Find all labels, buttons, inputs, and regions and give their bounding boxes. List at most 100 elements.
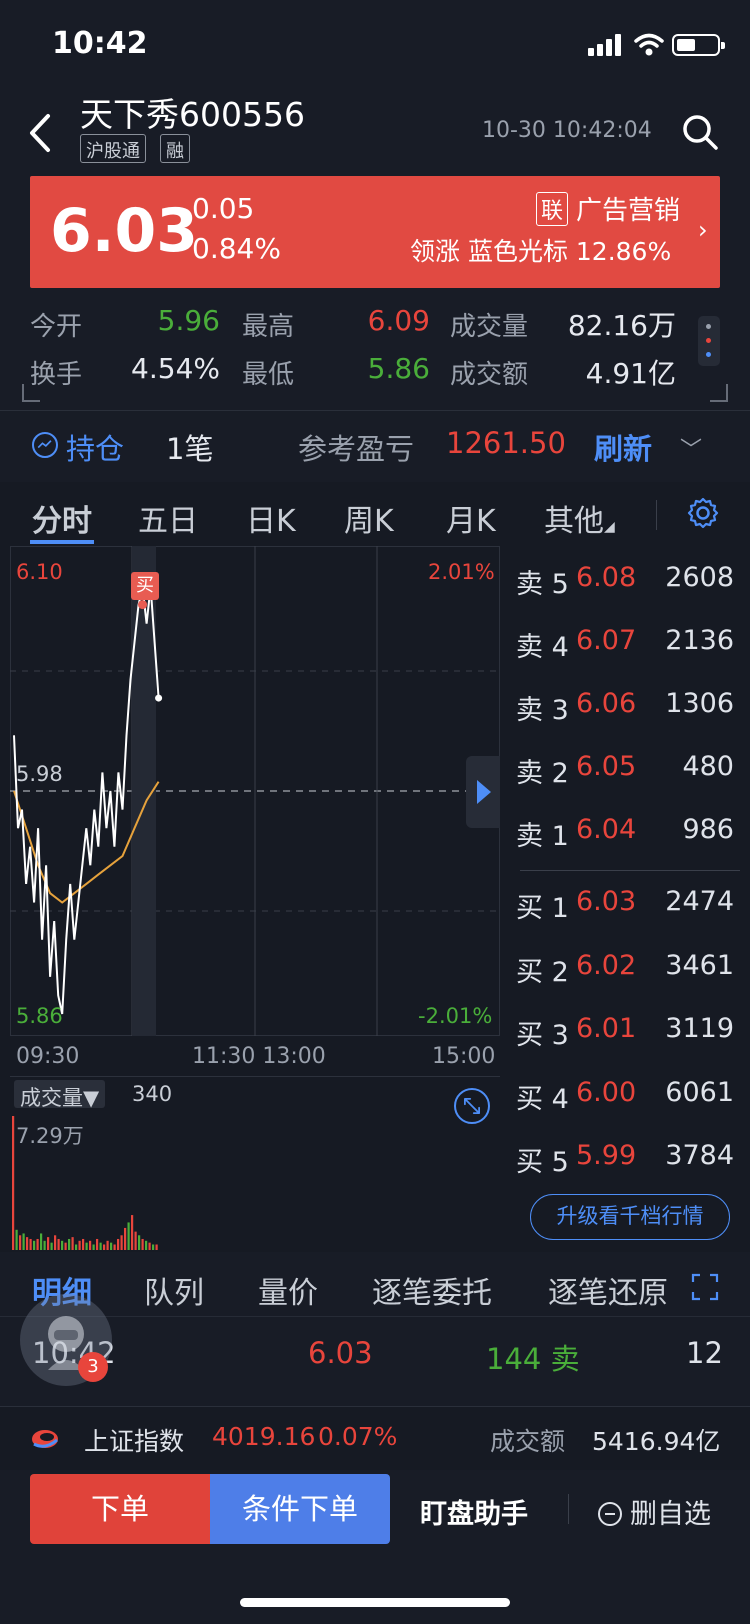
bid-volume: 3784 [665,1140,734,1171]
pl-value: 1261.50 [446,426,566,460]
stock-code: 600556 [179,95,305,134]
divider [568,1494,569,1524]
divider [0,410,750,411]
volume-bar [96,1238,99,1250]
battery-icon [672,34,725,56]
divider [656,500,657,530]
volume-bar [155,1244,158,1250]
intraday-chart [10,546,500,1036]
expand-icon[interactable] [454,1088,490,1124]
remove-watchlist-button[interactable]: 删自选 [598,1492,711,1531]
tab-intraday[interactable]: 分时 [32,496,92,540]
price-banner[interactable]: 6.03 0.05 0.84% 联 广告营销 领涨 蓝色光标 12.86% › [30,176,720,288]
tick-count: 12 [686,1336,723,1370]
ask-level-4[interactable]: 卖 2 6.05 480 [516,751,744,791]
buy-point-dot [138,600,148,610]
ask-level-5[interactable]: 卖 1 6.04 986 [516,814,744,854]
back-button[interactable] [22,108,62,158]
last-price-dot [155,694,163,702]
ask-volume: 986 [682,814,734,845]
ask-level-1[interactable]: 卖 5 6.08 2608 [516,562,744,602]
volume-bar [99,1242,102,1250]
tick-volume: 144 卖 [486,1342,580,1376]
fullscreen-icon[interactable] [690,1272,720,1302]
tab-volume-price[interactable]: 量价 [258,1268,318,1312]
watch-assistant-button[interactable]: 盯盘助手 [420,1492,528,1531]
ask-volume: 2608 [665,562,734,593]
tag-hgt: 沪股通 [80,134,146,163]
bid-level-1[interactable]: 买 1 6.03 2474 [516,886,744,926]
bid-level-5[interactable]: 买 5 5.99 3784 [516,1140,744,1180]
conditional-order-button[interactable]: 条件下单 [210,1474,390,1544]
tab-5day[interactable]: 五日 [138,496,198,540]
bid-volume: 2474 [665,886,734,917]
more-stats-button[interactable] [698,316,720,366]
volume-bar [78,1240,81,1250]
bid-level-3[interactable]: 买 3 6.01 3119 [516,1013,744,1053]
current-price: 6.03 [50,196,199,266]
position-icon [32,432,58,458]
volume-bar [92,1244,95,1250]
volume-bar [138,1235,141,1250]
ask-label: 卖 4 [516,632,569,663]
volume-bar [113,1244,116,1250]
tab-monthly-k[interactable]: 月K [446,496,496,540]
volume-bar [117,1238,120,1250]
upgrade-depth-button[interactable]: 升级看千档行情 [530,1194,730,1240]
ask-level-3[interactable]: 卖 3 6.06 1306 [516,688,744,728]
volume-bar [57,1238,60,1250]
ask-volume: 1306 [665,688,734,719]
volume-bar [85,1242,88,1250]
pl-label: 参考盈亏 [298,432,415,466]
place-order-button[interactable]: 下单 [30,1474,210,1544]
volume-bar [54,1235,57,1250]
volume-bar [131,1215,134,1250]
bid-label: 买 1 [516,893,569,924]
bid-level-2[interactable]: 买 2 6.02 3461 [516,950,744,990]
tab-order-restore[interactable]: 逐笔还原 [548,1268,680,1312]
tab-daily-k[interactable]: 日K [246,496,296,540]
search-icon[interactable] [680,112,720,152]
ask-level-2[interactable]: 卖 4 6.07 2136 [516,625,744,665]
tab-weekly-k[interactable]: 周K [344,496,394,540]
stock-title: 天下秀600556 [80,88,305,136]
volume-value: 82.16万 [567,309,676,342]
index-amount-label: 成交额 [490,1427,566,1456]
settings-gear-icon[interactable] [686,496,720,530]
refresh-button[interactable]: 刷新 [594,426,652,468]
volume-selector[interactable]: 成交量▼ [14,1080,106,1110]
open-label: 今开 [30,312,83,342]
bid-volume: 3119 [665,1013,734,1044]
volume-bar [152,1244,155,1250]
turnover-value: 4.54% [131,352,220,385]
stock-name: 天下秀 [80,95,179,134]
tab-queue[interactable]: 队列 [144,1268,204,1312]
play-arrow-icon[interactable] [466,756,500,828]
open-value: 5.96 [157,304,220,337]
notification-badge: 3 [78,1352,108,1382]
signal-icon [588,34,621,56]
volume-bar [75,1244,78,1250]
volume-bar [19,1235,22,1250]
quote-datetime: 10-30 10:42:04 [482,118,652,143]
ask-volume: 480 [682,751,734,782]
corner-mark [710,384,728,402]
volume-bar [110,1242,113,1250]
tab-other[interactable]: 其他◢ [544,496,615,540]
bid-level-4[interactable]: 买 4 6.00 6061 [516,1077,744,1117]
volume-bar [127,1222,130,1250]
y-ref-label: 5.98 [16,762,63,786]
ask-label: 卖 1 [516,821,569,852]
sector-badge: 联 [536,192,569,226]
volume-bar [68,1238,71,1250]
position-label[interactable]: 持仓 [66,426,124,468]
chevron-down-icon[interactable]: ﹀ [680,432,702,464]
x-tick-close: 15:00 [432,1044,496,1069]
bid-label: 买 3 [516,1020,569,1051]
buy-marker[interactable]: 买 [131,572,159,600]
home-indicator [240,1598,510,1607]
low-value: 5.86 [367,352,430,385]
volume-bar [29,1238,32,1250]
tab-order-by-order[interactable]: 逐笔委托 [372,1268,492,1312]
volume-bar [71,1237,74,1250]
